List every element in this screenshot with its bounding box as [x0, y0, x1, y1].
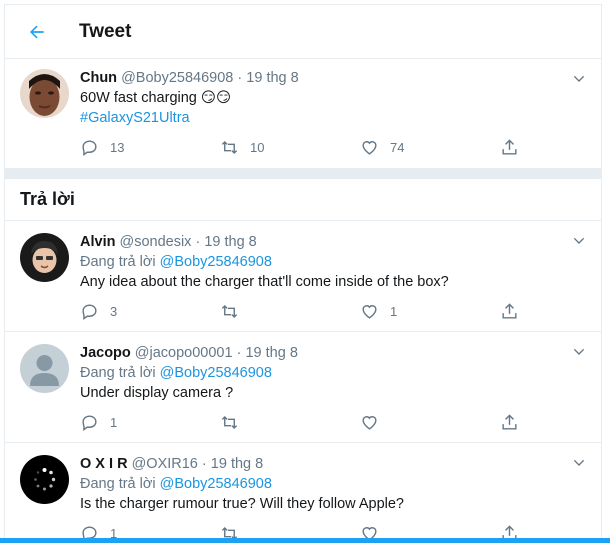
retweet-button[interactable]	[220, 302, 360, 321]
tweet-actions: 3 1	[80, 300, 586, 322]
mention-link[interactable]: @Boby25846908	[160, 365, 272, 381]
author-handle[interactable]: @jacopo00001	[135, 345, 233, 361]
page-title: Tweet	[79, 20, 132, 42]
separator-dot: ·	[237, 70, 243, 86]
reply-count: 13	[110, 139, 125, 155]
author-handle[interactable]: @OXIR16	[132, 456, 198, 472]
avatar[interactable]	[20, 455, 69, 504]
replying-to: Đang trả lời @Boby25846908	[80, 474, 586, 494]
avatar[interactable]	[20, 233, 69, 282]
replying-label: Đang trả lời	[80, 254, 156, 270]
like-icon	[362, 304, 377, 319]
reply-icon	[82, 414, 97, 431]
tweet-text: Is the charger rumour true? Will they fo…	[80, 496, 404, 512]
share-icon	[502, 138, 517, 155]
hashtag-link[interactable]: #GalaxyS21Ultra	[80, 110, 190, 126]
reply-icon	[82, 139, 97, 156]
top-bar: Tweet	[5, 5, 601, 59]
tweet-text: Under display camera ?	[80, 385, 234, 401]
separator-dot: ·	[236, 345, 242, 361]
retweet-icon	[221, 415, 238, 429]
chevron-down-icon[interactable]	[571, 71, 587, 87]
like-button[interactable]: 74	[360, 138, 500, 157]
reply-button[interactable]: 3	[80, 302, 220, 321]
like-icon	[362, 415, 377, 430]
separator-dot: ·	[195, 234, 201, 250]
avatar[interactable]	[20, 344, 69, 393]
mention-link[interactable]: @Boby25846908	[160, 476, 272, 492]
reply-tweet[interactable]: O X I R @OXIR16 · 19 thg 8 Đang trả lời …	[5, 443, 601, 543]
tweet-actions: 1	[80, 411, 586, 433]
tweet-date[interactable]: 19 thg 8	[245, 345, 297, 361]
retweet-icon	[221, 304, 238, 318]
share-button[interactable]	[500, 138, 530, 157]
author-name[interactable]: Alvin	[80, 234, 115, 250]
author-handle[interactable]: @Boby25846908	[121, 70, 233, 86]
author-handle[interactable]: @sondesix	[119, 234, 191, 250]
reply-count: 1	[110, 414, 118, 430]
like-icon	[362, 140, 377, 155]
share-button[interactable]	[500, 302, 530, 321]
tweet-text: 60W fast charging 😏😏	[80, 90, 232, 106]
retweet-count: 10	[250, 139, 265, 155]
share-button[interactable]	[500, 413, 530, 432]
replying-to: Đang trả lời @Boby25846908	[80, 252, 586, 272]
chevron-down-icon[interactable]	[571, 233, 587, 249]
share-icon	[502, 413, 517, 430]
reply-icon	[82, 303, 97, 320]
back-arrow-icon	[30, 25, 44, 38]
back-button[interactable]	[19, 14, 55, 50]
reply-button[interactable]: 13	[80, 138, 220, 157]
section-separator	[5, 169, 601, 179]
retweet-button[interactable]	[220, 413, 360, 432]
separator-dot: ·	[201, 456, 207, 472]
share-icon	[502, 302, 517, 319]
author-name[interactable]: O X I R	[80, 456, 128, 472]
like-count: 1	[390, 303, 398, 319]
reply-tweet[interactable]: Alvin @sondesix · 19 thg 8 Đang trả lời …	[5, 221, 601, 332]
bottom-accent-bar	[0, 538, 610, 543]
tweet-date[interactable]: 19 thg 8	[246, 70, 298, 86]
reply-tweet[interactable]: Jacopo @jacopo00001 · 19 thg 8 Đang trả …	[5, 332, 601, 443]
retweet-icon	[221, 140, 238, 154]
author-name[interactable]: Chun	[80, 70, 117, 86]
reply-count: 3	[110, 303, 118, 319]
tweet-panel: Tweet Chun @Boby25846908 · 19 thg 8 60W …	[4, 4, 602, 543]
tweet-date[interactable]: 19 thg 8	[211, 456, 263, 472]
replying-to: Đang trả lời @Boby25846908	[80, 363, 586, 383]
replies-heading: Trả lời	[5, 179, 601, 221]
chevron-down-icon[interactable]	[571, 344, 587, 360]
replying-label: Đang trả lời	[80, 365, 156, 381]
like-count: 74	[390, 139, 405, 155]
like-button[interactable]	[360, 413, 500, 432]
chevron-down-icon[interactable]	[571, 455, 587, 471]
like-button[interactable]: 1	[360, 302, 500, 321]
main-tweet[interactable]: Chun @Boby25846908 · 19 thg 8 60W fast c…	[5, 59, 601, 169]
replying-label: Đang trả lời	[80, 476, 156, 492]
mention-link[interactable]: @Boby25846908	[160, 254, 272, 270]
retweet-button[interactable]: 10	[220, 138, 360, 157]
reply-button[interactable]: 1	[80, 413, 220, 432]
tweet-date[interactable]: 19 thg 8	[204, 234, 256, 250]
author-name[interactable]: Jacopo	[80, 345, 131, 361]
tweet-actions: 13 10 74	[80, 136, 586, 158]
avatar[interactable]	[20, 69, 69, 118]
tweet-text: Any idea about the charger that'll come …	[80, 274, 449, 290]
